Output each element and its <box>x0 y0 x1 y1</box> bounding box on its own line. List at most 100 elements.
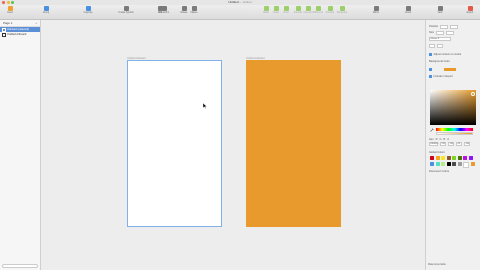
include-label: Include in Export <box>433 75 453 78</box>
toolbar-label: Forward <box>325 12 335 14</box>
view-icon <box>437 6 443 11</box>
design-canvas[interactable]: Untitled Artboard Untitled Artboard <box>41 20 424 270</box>
inspector-panel: Position Size iPhone 6 Adjust content on… <box>425 20 480 270</box>
color-swatch[interactable] <box>430 162 434 166</box>
group-icon <box>43 6 49 11</box>
toolbar-label: Backward <box>336 12 348 14</box>
color-swatch[interactable] <box>446 162 451 166</box>
preset-select[interactable]: iPhone 6 <box>429 37 451 41</box>
forward-icon <box>327 6 333 11</box>
blue-label: B <box>443 138 446 141</box>
preset-row: iPhone 6 <box>429 37 451 41</box>
height-field[interactable] <box>446 31 455 35</box>
artboard-icon <box>2 27 6 32</box>
toolbar-flatten-button[interactable]: Flatten <box>186 6 202 14</box>
toolbar-insert-button[interactable]: Insert <box>2 6 18 14</box>
swatch-row <box>430 156 473 160</box>
include-checkbox[interactable] <box>429 75 432 78</box>
toolbar-create-symbol-button[interactable]: Create Symbol <box>118 6 134 14</box>
cloud-icon <box>405 6 411 11</box>
make-exportable-button[interactable]: Make Exportable <box>428 263 446 266</box>
color-swatch[interactable] <box>452 162 456 166</box>
document-colors-row: Document Colors <box>429 170 449 173</box>
page-selector[interactable]: Page 1 + <box>0 20 40 27</box>
x-field[interactable] <box>440 25 449 29</box>
color-swatch[interactable] <box>457 162 462 166</box>
white-artboard[interactable] <box>127 60 222 227</box>
orange-artboard[interactable] <box>246 60 341 227</box>
green-label: G <box>439 138 442 141</box>
width-field[interactable] <box>436 31 445 35</box>
hue-slider[interactable] <box>436 128 473 131</box>
color-swatch[interactable] <box>435 156 440 160</box>
position-row: Position <box>429 25 459 29</box>
adjust-row: Adjust content on resize <box>429 53 461 56</box>
union-icon <box>283 6 289 11</box>
toolbar-ungroup-button[interactable]: Ungroup <box>80 6 96 14</box>
flatten-icon <box>191 6 197 11</box>
landscape-toggle[interactable] <box>437 44 443 48</box>
swatch-row <box>430 162 475 168</box>
main-toolbar: Insert Group Ungroup Create Symbol Edit Trans… <box>0 5 480 20</box>
toolbar-backward-button[interactable]: Backward <box>334 6 350 14</box>
color-swatch[interactable] <box>468 156 473 160</box>
orientation-row <box>429 44 443 48</box>
red-label: R <box>435 138 438 141</box>
bg-color-well[interactable] <box>443 68 456 71</box>
color-swatch[interactable] <box>463 162 469 168</box>
color-swatch[interactable] <box>457 156 462 160</box>
color-swatch[interactable] <box>446 156 451 160</box>
bg-color-row <box>429 68 456 71</box>
toolbar-mirror-button[interactable]: Mirror <box>368 6 384 14</box>
adjust-checkbox[interactable] <box>429 53 432 56</box>
red-field[interactable]: 232 <box>440 142 446 146</box>
color-picker-gradient[interactable] <box>430 90 476 125</box>
color-swatch[interactable] <box>470 162 475 166</box>
color-swatch[interactable] <box>435 162 440 166</box>
size-row: Size <box>429 31 455 35</box>
color-swatch[interactable] <box>441 162 445 166</box>
color-swatch[interactable] <box>463 156 467 160</box>
color-swatch[interactable] <box>430 156 434 160</box>
mirror-icon <box>373 6 379 11</box>
toolbar-label: Union <box>282 12 289 14</box>
layer-filter-input[interactable] <box>2 264 38 268</box>
adjust-label: Adjust content on resize <box>433 53 462 56</box>
eyedropper-icon[interactable] <box>430 128 434 132</box>
include-row: Include in Export <box>429 75 453 78</box>
backward-icon <box>339 6 345 11</box>
layer-item[interactable]: Untitled Artboard <box>0 32 40 37</box>
toolbar-view-button[interactable]: View <box>432 6 448 14</box>
toolbar-cloud-button[interactable]: Cloud <box>400 6 416 14</box>
toolbar-label: Cloud <box>404 12 411 14</box>
toolbar-label: View <box>437 12 443 14</box>
color-swatch[interactable] <box>452 156 456 160</box>
position-label: Position <box>429 25 439 29</box>
global-colors-label: Global Colors <box>429 151 445 154</box>
blue-field[interactable]: 44 <box>456 142 462 146</box>
color-picker-handle[interactable] <box>471 92 475 96</box>
toolbar-transform-button[interactable]: Transform <box>156 6 172 14</box>
difference-icon <box>315 6 321 11</box>
channel-labels-row: Hex R G B A <box>429 138 449 141</box>
bg-color-checkbox[interactable] <box>429 68 432 71</box>
insert-icon <box>7 6 13 11</box>
toolbar-label: Flatten <box>190 12 198 14</box>
window-subtitle: — Edited <box>239 0 252 4</box>
layer-label: Untitled Artboard <box>7 33 27 36</box>
bg-label: Background Color <box>429 60 450 63</box>
color-swatch[interactable] <box>441 156 445 160</box>
portrait-toggle[interactable] <box>429 44 435 48</box>
artboard-icon <box>2 32 6 37</box>
alpha-field[interactable]: 100 <box>464 142 470 146</box>
add-page-icon[interactable]: + <box>35 20 37 26</box>
toolbar-group-button[interactable]: Group <box>38 6 54 14</box>
layers-sidebar: Page 1 + Artboard (selected) Untitled Ar… <box>0 20 41 270</box>
green-field[interactable]: 155 <box>448 142 454 146</box>
alpha-slider[interactable] <box>436 132 473 135</box>
toolbar-export-button[interactable]: Export <box>462 6 478 14</box>
y-field[interactable] <box>450 25 459 29</box>
hex-field[interactable]: E89B2C <box>429 142 439 146</box>
document-colors-label: Document Colors <box>429 170 450 173</box>
toolbar-label: Create Symbol <box>118 12 134 14</box>
